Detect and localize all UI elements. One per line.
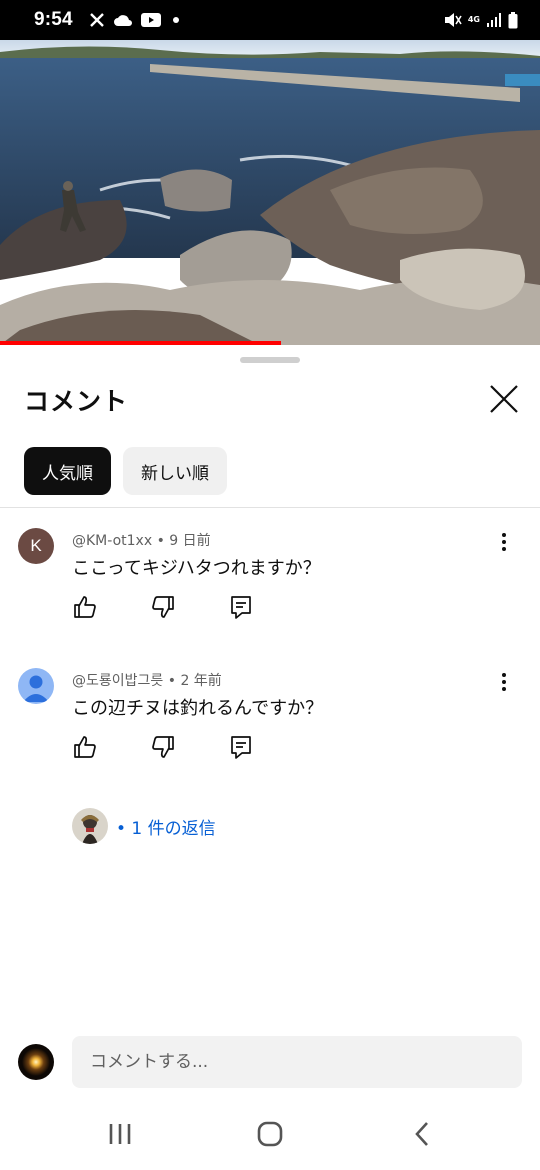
video-frame xyxy=(0,40,540,345)
avatar[interactable]: K xyxy=(18,528,54,564)
meta-separator: • xyxy=(156,533,170,549)
reply-icon[interactable] xyxy=(228,594,254,620)
dislike-icon[interactable] xyxy=(150,594,176,620)
like-icon[interactable] xyxy=(72,734,98,760)
comment-item: K @KM-ot1xx • 9 日前 ここってキジハタつれますか？ xyxy=(0,528,540,648)
reply-avatar xyxy=(72,808,108,844)
comment-item: @도룡이밥그릇 • 2 年前 この辺チヌは釣れるんですか？ xyxy=(0,668,540,788)
avatar[interactable] xyxy=(18,668,54,704)
reply-icon[interactable] xyxy=(228,734,254,760)
home-icon[interactable] xyxy=(250,1118,290,1150)
mute-icon xyxy=(444,13,462,27)
dot-icon xyxy=(172,17,179,23)
close-icon[interactable] xyxy=(484,379,524,419)
replies-link[interactable]: • 1 件の返信 xyxy=(116,814,216,839)
like-icon[interactable] xyxy=(72,594,98,620)
system-nav-bar xyxy=(0,1104,540,1170)
cloud-icon xyxy=(113,15,132,26)
comment-meta: @KM-ot1xx • 9 日前 xyxy=(72,530,211,550)
comment-text: ここってキジハタつれますか？ xyxy=(72,558,321,579)
comment-meta: @도룡이밥그릇 • 2 年前 xyxy=(72,670,222,690)
back-icon[interactable] xyxy=(402,1118,442,1150)
drag-handle[interactable] xyxy=(240,357,300,363)
signal-icon xyxy=(487,13,501,27)
comment-author[interactable]: @KM-ot1xx xyxy=(72,533,152,549)
comment-author[interactable]: @도룡이밥그릇 xyxy=(72,673,163,689)
meta-separator: • xyxy=(167,673,181,689)
battery-icon xyxy=(508,11,518,28)
recent-apps-icon[interactable] xyxy=(100,1118,140,1150)
sheet-title: コメント xyxy=(24,387,129,416)
dislike-icon[interactable] xyxy=(150,734,176,760)
sort-chips: 人気順 新しい順 xyxy=(24,447,227,495)
replies-row[interactable]: • 1 件の返信 xyxy=(72,808,216,844)
x-icon xyxy=(89,13,104,27)
more-vert-icon[interactable] xyxy=(494,530,514,554)
my-avatar xyxy=(18,1044,54,1080)
video-player[interactable] xyxy=(0,40,540,345)
youtube-icon xyxy=(140,13,161,27)
comment-time: 2 年前 xyxy=(180,673,222,689)
comment-input-bar xyxy=(0,1024,540,1104)
network-type: 4G xyxy=(467,15,480,24)
status-time: 9:54 xyxy=(34,9,73,30)
comment-time: 9 日前 xyxy=(169,533,211,549)
chip-newest[interactable]: 新しい順 xyxy=(123,447,227,495)
comment-input[interactable] xyxy=(72,1036,522,1088)
comment-text: この辺チヌは釣れるんですか？ xyxy=(72,698,324,719)
chip-popular[interactable]: 人気順 xyxy=(24,447,111,495)
more-vert-icon[interactable] xyxy=(494,670,514,694)
default-avatar-icon xyxy=(23,675,49,702)
comment-actions xyxy=(72,734,254,760)
divider xyxy=(0,507,540,508)
status-bar: 9:54 4G xyxy=(0,0,540,40)
comment-actions xyxy=(72,594,254,620)
